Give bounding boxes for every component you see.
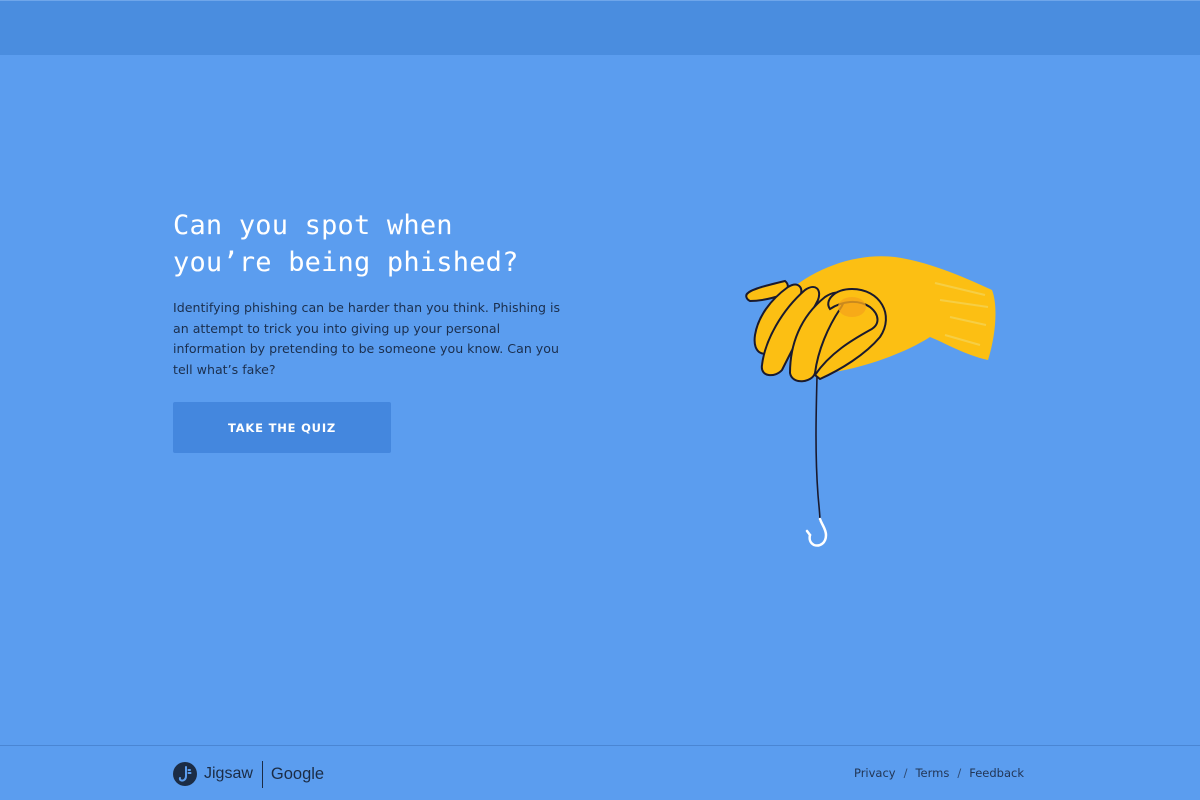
- fishing-line: [815, 376, 821, 522]
- terms-link[interactable]: Terms: [915, 766, 949, 780]
- top-bar: [0, 0, 1200, 55]
- link-separator: /: [903, 766, 908, 780]
- page-title: Can you spot when you’re being phished?: [173, 207, 593, 281]
- footer-links: Privacy / Terms / Feedback: [854, 766, 1024, 780]
- title-line-2: you’re being phished?: [173, 247, 519, 278]
- title-line-1: Can you spot when: [173, 210, 453, 241]
- footer: Jigsaw Google Privacy / Terms / Feedback: [0, 745, 1200, 800]
- hero-description: Identifying phishing can be harder than …: [173, 300, 561, 377]
- jigsaw-logo-icon: [173, 762, 197, 786]
- feedback-link[interactable]: Feedback: [969, 766, 1024, 780]
- brand-divider: [261, 760, 263, 788]
- brand-jigsaw: Jigsaw: [204, 765, 253, 782]
- brand-google: Google: [270, 764, 325, 783]
- link-separator: /: [957, 766, 962, 780]
- brand-lockup[interactable]: Jigsaw Google: [173, 760, 324, 788]
- page: Can you spot when you’re being phished? …: [0, 0, 1200, 800]
- take-quiz-button[interactable]: TAKE THE QUIZ: [173, 402, 391, 453]
- hero-section: Can you spot when you’re being phished? …: [173, 207, 593, 453]
- fishing-hook: [808, 517, 828, 547]
- privacy-link[interactable]: Privacy: [854, 766, 896, 780]
- hand-holding-fishing-hook-icon: [745, 256, 996, 547]
